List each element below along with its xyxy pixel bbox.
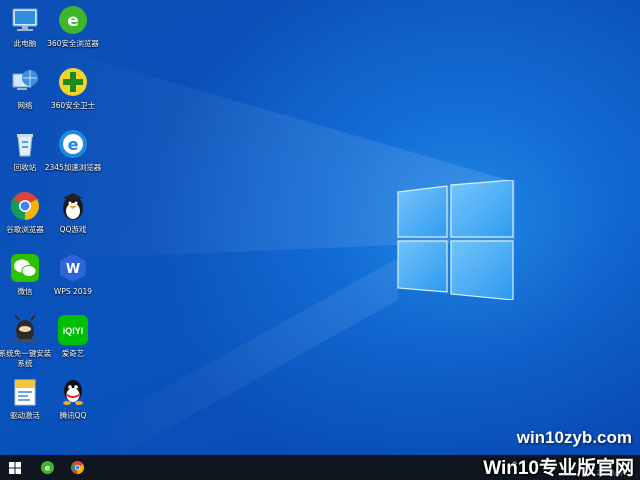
- chrome-icon: [70, 460, 84, 475]
- desktop-icon-360-browser[interactable]: e 360安全浏览器: [44, 4, 102, 49]
- desktop[interactable]: 此电脑 e 360安全浏览器 网络 360安全卫士 回收站 e 2345加速浏览…: [0, 0, 640, 455]
- iqiyi-icon: iQIYI: [58, 315, 88, 345]
- tray-watermark: Win10专业版官网: [483, 458, 634, 479]
- desktop-icon-qq-games[interactable]: QQ游戏: [44, 190, 102, 235]
- icon-label: QQ游戏: [59, 225, 87, 234]
- taskbar: e ^ 2019/1/2 Win10专业版官网: [0, 455, 640, 480]
- qq-penguin-icon: [63, 380, 83, 405]
- ie-style-browser-icon: e: [59, 130, 87, 158]
- svg-text:e: e: [44, 463, 50, 472]
- wps-icon: W: [60, 254, 86, 282]
- network-globe-icon: [12, 70, 38, 90]
- icon-label: 360安全卫士: [50, 101, 96, 110]
- svg-text:W: W: [66, 262, 80, 277]
- svg-text:e: e: [67, 11, 79, 31]
- wechat-icon: [11, 254, 39, 282]
- icon-label: 腾讯QQ: [59, 411, 87, 420]
- icon-label: WPS 2019: [53, 287, 93, 296]
- ninja-tool-icon: [13, 314, 37, 342]
- recycle-bin-icon: [17, 134, 33, 157]
- desktop-icon-2345-browser[interactable]: e 2345加速浏览器: [44, 128, 102, 173]
- windows-start-icon: [9, 461, 21, 474]
- svg-text:e: e: [68, 135, 79, 154]
- icon-label: 360安全浏览器: [47, 39, 99, 48]
- windows-logo-wallpaper: [395, 180, 515, 300]
- site-watermark: win10zyb.com: [516, 428, 632, 447]
- 360-browser-icon: e: [59, 6, 87, 34]
- icon-label: 2345加速浏览器: [44, 163, 102, 172]
- folder-doc-icon: [14, 379, 36, 406]
- svg-text:iQIYI: iQIYI: [63, 326, 84, 336]
- desktop-icon-iqiyi[interactable]: iQIYI 爱奇艺: [44, 314, 102, 359]
- icon-label: 爱奇艺: [61, 349, 85, 358]
- desktop-icon-wps[interactable]: W WPS 2019: [44, 252, 102, 297]
- qq-games-penguin-icon: [63, 193, 83, 220]
- desktop-icon-360-guard[interactable]: 360安全卫士: [44, 66, 102, 111]
- taskbar-chrome[interactable]: [62, 455, 92, 480]
- 360-browser-icon: e: [40, 460, 54, 475]
- start-button[interactable]: [0, 455, 30, 480]
- chrome-icon: [11, 192, 39, 220]
- computer-icon: [12, 8, 38, 31]
- taskbar-360-browser[interactable]: e: [32, 455, 62, 480]
- 360-guard-icon: [59, 68, 87, 96]
- desktop-icon-tencent-qq[interactable]: 腾讯QQ: [44, 376, 102, 421]
